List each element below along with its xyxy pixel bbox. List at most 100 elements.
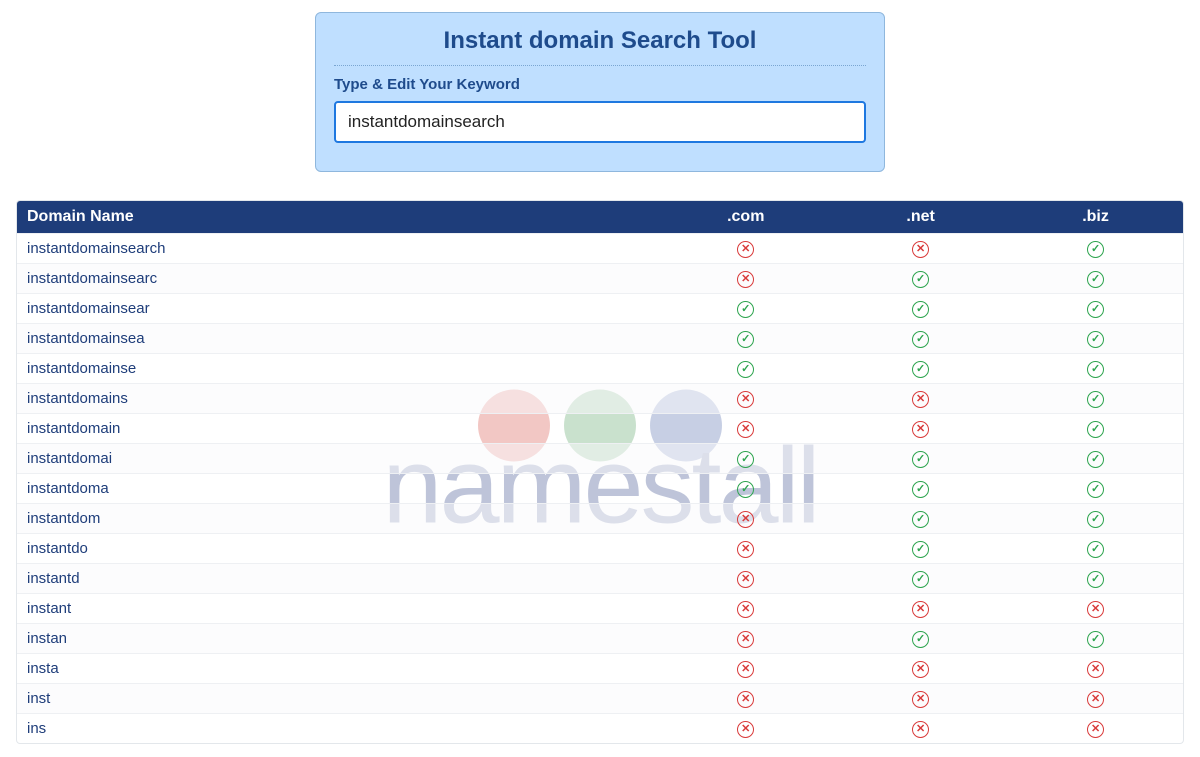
availability-cell-net[interactable] xyxy=(833,654,1008,684)
available-icon xyxy=(1087,571,1104,588)
availability-cell-net[interactable] xyxy=(833,384,1008,414)
domain-name-cell: instantd xyxy=(17,564,658,594)
availability-cell-biz[interactable] xyxy=(1008,354,1183,384)
unavailable-icon xyxy=(737,721,754,738)
availability-cell-biz[interactable] xyxy=(1008,504,1183,534)
available-icon xyxy=(1087,361,1104,378)
availability-cell-com[interactable] xyxy=(658,624,833,654)
domain-name-cell: instantdomainsearch xyxy=(17,234,658,264)
availability-cell-net[interactable] xyxy=(833,414,1008,444)
table-row: instantdomains xyxy=(17,384,1183,414)
domain-name-cell: instantdom xyxy=(17,504,658,534)
table-row: insta xyxy=(17,654,1183,684)
availability-cell-com[interactable] xyxy=(658,474,833,504)
availability-cell-com[interactable] xyxy=(658,504,833,534)
table-row: instan xyxy=(17,624,1183,654)
availability-cell-biz[interactable] xyxy=(1008,534,1183,564)
availability-cell-biz[interactable] xyxy=(1008,654,1183,684)
tool-title: Instant domain Search Tool xyxy=(334,25,866,66)
table-row: ins xyxy=(17,714,1183,744)
availability-cell-com[interactable] xyxy=(658,234,833,264)
availability-cell-net[interactable] xyxy=(833,594,1008,624)
availability-cell-com[interactable] xyxy=(658,654,833,684)
availability-cell-com[interactable] xyxy=(658,714,833,744)
available-icon xyxy=(1087,451,1104,468)
table-row: instantdo xyxy=(17,534,1183,564)
table-row: instantdomainsea xyxy=(17,324,1183,354)
availability-cell-net[interactable] xyxy=(833,324,1008,354)
col-biz: .biz xyxy=(1008,201,1183,234)
available-icon xyxy=(912,301,929,318)
availability-cell-com[interactable] xyxy=(658,684,833,714)
availability-cell-com[interactable] xyxy=(658,534,833,564)
availability-cell-com[interactable] xyxy=(658,294,833,324)
unavailable-icon xyxy=(737,541,754,558)
domain-name-cell: instan xyxy=(17,624,658,654)
table-row: instant xyxy=(17,594,1183,624)
table-row: instantdoma xyxy=(17,474,1183,504)
unavailable-icon xyxy=(1087,691,1104,708)
availability-cell-net[interactable] xyxy=(833,474,1008,504)
availability-cell-com[interactable] xyxy=(658,264,833,294)
availability-cell-biz[interactable] xyxy=(1008,444,1183,474)
availability-cell-net[interactable] xyxy=(833,354,1008,384)
available-icon xyxy=(737,331,754,348)
availability-cell-biz[interactable] xyxy=(1008,594,1183,624)
domain-name-cell: instantdomain xyxy=(17,414,658,444)
availability-cell-com[interactable] xyxy=(658,594,833,624)
unavailable-icon xyxy=(737,271,754,288)
keyword-input[interactable] xyxy=(334,101,866,143)
available-icon xyxy=(1087,241,1104,258)
available-icon xyxy=(1087,391,1104,408)
availability-cell-net[interactable] xyxy=(833,714,1008,744)
availability-cell-com[interactable] xyxy=(658,324,833,354)
available-icon xyxy=(737,481,754,498)
availability-cell-net[interactable] xyxy=(833,564,1008,594)
availability-cell-biz[interactable] xyxy=(1008,324,1183,354)
available-icon xyxy=(1087,541,1104,558)
availability-cell-com[interactable] xyxy=(658,384,833,414)
available-icon xyxy=(912,631,929,648)
availability-cell-net[interactable] xyxy=(833,534,1008,564)
domain-name-cell: instantdomainse xyxy=(17,354,658,384)
availability-cell-biz[interactable] xyxy=(1008,564,1183,594)
availability-cell-biz[interactable] xyxy=(1008,624,1183,654)
unavailable-icon xyxy=(737,601,754,618)
availability-cell-biz[interactable] xyxy=(1008,294,1183,324)
available-icon xyxy=(737,301,754,318)
availability-cell-biz[interactable] xyxy=(1008,714,1183,744)
unavailable-icon xyxy=(737,691,754,708)
availability-cell-biz[interactable] xyxy=(1008,474,1183,504)
availability-cell-com[interactable] xyxy=(658,354,833,384)
availability-cell-biz[interactable] xyxy=(1008,684,1183,714)
available-icon xyxy=(912,511,929,528)
availability-cell-net[interactable] xyxy=(833,294,1008,324)
availability-cell-biz[interactable] xyxy=(1008,234,1183,264)
domain-name-cell: instantdomainsea xyxy=(17,324,658,354)
table-row: instantdomainse xyxy=(17,354,1183,384)
available-icon xyxy=(912,571,929,588)
unavailable-icon xyxy=(912,691,929,708)
unavailable-icon xyxy=(737,571,754,588)
col-net: .net xyxy=(833,201,1008,234)
availability-cell-biz[interactable] xyxy=(1008,414,1183,444)
availability-cell-net[interactable] xyxy=(833,504,1008,534)
domain-name-cell: instantdomains xyxy=(17,384,658,414)
availability-cell-biz[interactable] xyxy=(1008,384,1183,414)
unavailable-icon xyxy=(737,511,754,528)
availability-cell-net[interactable] xyxy=(833,234,1008,264)
availability-cell-net[interactable] xyxy=(833,624,1008,654)
domain-name-cell: instantdomainsearc xyxy=(17,264,658,294)
availability-cell-com[interactable] xyxy=(658,414,833,444)
available-icon xyxy=(737,361,754,378)
available-icon xyxy=(912,331,929,348)
availability-cell-net[interactable] xyxy=(833,684,1008,714)
availability-cell-net[interactable] xyxy=(833,264,1008,294)
availability-cell-com[interactable] xyxy=(658,564,833,594)
table-header-row: Domain Name .com .net .biz xyxy=(17,201,1183,234)
unavailable-icon xyxy=(912,391,929,408)
availability-cell-net[interactable] xyxy=(833,444,1008,474)
availability-cell-biz[interactable] xyxy=(1008,264,1183,294)
table-row: instantdomainsearch xyxy=(17,234,1183,264)
availability-cell-com[interactable] xyxy=(658,444,833,474)
